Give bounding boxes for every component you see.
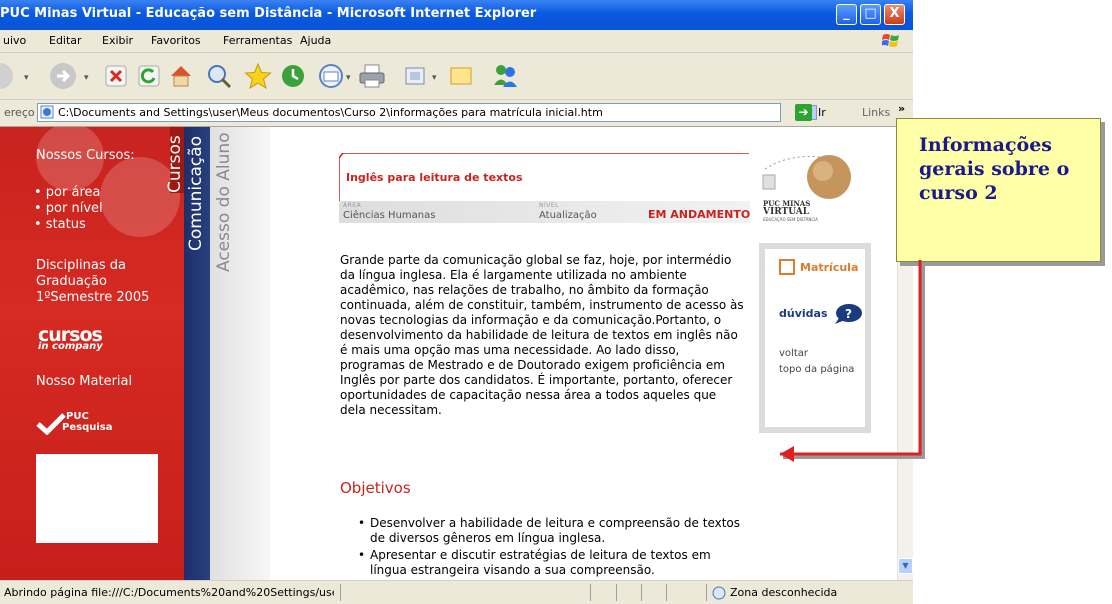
back-dropdown-icon[interactable]: ▾ [24, 73, 29, 83]
messenger-icon[interactable] [490, 61, 520, 91]
mail-icon[interactable] [318, 63, 344, 89]
logo-line3: EDUCAÇÃO SEM DISTÂNCIA [763, 217, 819, 222]
annotation-arrow [780, 260, 925, 462]
home-icon[interactable] [168, 63, 194, 89]
status-bar: Abrindo página file:///C:/Documents%20an… [0, 580, 913, 604]
course-description: Grande parte da comunicação global se fa… [340, 253, 744, 417]
filter-por-area-link[interactable]: • por área [34, 185, 100, 201]
menu-favorites[interactable]: Favoritos [151, 34, 201, 47]
tab-cursos-label[interactable]: Cursos [165, 135, 185, 193]
objetivos-heading: Objetivos [340, 479, 411, 497]
puc-pesquisa-line2[interactable]: Pesquisa [62, 422, 112, 433]
address-bar: ereço C:\Documents and Settings\user\Meu… [0, 100, 913, 127]
address-value: C:\Documents and Settings\user\Meus docu… [58, 106, 603, 119]
filter-status-link[interactable]: • status [34, 217, 86, 233]
tab-comunicacao-label[interactable]: Comunicação [186, 136, 206, 251]
history-icon[interactable] [280, 63, 306, 89]
minimize-button[interactable]: _ [836, 4, 857, 25]
go-arrow-icon[interactable]: ➔ [795, 104, 812, 121]
scroll-down-icon[interactable]: ▼ [898, 558, 913, 574]
disciplinas-link-line3[interactable]: 1ºSemestre 2005 [36, 290, 149, 306]
disciplinas-link-line2[interactable]: Graduação [36, 274, 107, 290]
sidebar: Nossos Cursos: • por área • por nível • … [0, 127, 190, 580]
forward-icon[interactable] [48, 61, 78, 91]
tab-acesso-aluno-label[interactable]: Acesso do Aluno [214, 132, 234, 272]
annotation-text: Informações gerais sobre o curso 2 [919, 134, 1070, 204]
filter-por-nivel-link[interactable]: • por nível [34, 201, 103, 217]
objetivo-text: Apresentar e discutir estratégias de lei… [370, 548, 711, 577]
status-divider [590, 584, 591, 601]
status-badge: EM ANDAMENTO [648, 208, 751, 221]
page-icon [40, 105, 54, 119]
course-title: Inglês para leitura de textos [346, 171, 523, 184]
links-button[interactable]: Links [862, 106, 890, 119]
maximize-button[interactable]: □ [860, 4, 881, 25]
puc-pesquisa-line1[interactable]: PUC [66, 411, 89, 422]
disciplinas-link-line1[interactable]: Disciplinas da [36, 258, 126, 274]
window-title: PUC Minas Virtual - Educação sem Distânc… [0, 6, 537, 21]
list-item: • Apresentar e discutir estratégias de l… [340, 548, 750, 578]
menu-help[interactable]: Ajuda [300, 34, 331, 47]
zone-globe-icon [712, 586, 726, 600]
back-icon[interactable] [0, 61, 16, 91]
search-icon[interactable] [206, 63, 232, 89]
logo-line2: VIRTUAL [763, 207, 810, 217]
bullet-icon: • [358, 516, 366, 530]
status-text: Abrindo página file:///C:/Documents%20an… [4, 586, 334, 599]
nivel-label: NÍVEL [539, 202, 559, 209]
cursos-in-company-sub: in company [38, 341, 103, 352]
status-divider [706, 584, 707, 601]
go-button[interactable]: Ir [818, 106, 826, 119]
area-label: ÁREA [343, 202, 362, 209]
favorites-icon[interactable] [244, 62, 272, 90]
discuss-icon[interactable] [448, 63, 474, 89]
status-divider [616, 584, 617, 601]
nossos-cursos-label: Nossos Cursos: [36, 148, 135, 163]
logo-globe-icon [762, 155, 851, 199]
area-value: Ciências Humanas [343, 210, 436, 221]
edit-dropdown-icon[interactable]: ▾ [432, 73, 437, 83]
menu-file[interactable]: uivo [3, 34, 26, 47]
status-divider [340, 584, 341, 601]
course-meta-strip: ÁREA Ciências Humanas NÍVEL Atualização … [339, 201, 750, 223]
menu-tools[interactable]: Ferramentas [223, 34, 292, 47]
nosso-material-link[interactable]: Nosso Material [36, 374, 132, 390]
close-button[interactable]: X [884, 4, 905, 25]
links-chevron-icon[interactable]: » [898, 102, 905, 115]
address-label: ereço [4, 106, 35, 119]
nivel-value: Atualização [539, 210, 597, 221]
address-input[interactable]: C:\Documents and Settings\user\Meus docu… [37, 103, 817, 122]
title-bar[interactable]: PUC Minas Virtual - Educação sem Distânc… [0, 0, 913, 30]
menu-edit[interactable]: Editar [49, 34, 82, 47]
list-item: • Desenvolver a habilidade de leitura e … [340, 516, 750, 546]
bullet-icon: • [358, 548, 366, 562]
sidebar-blank-box [36, 454, 158, 543]
security-zone-label: Zona desconhecida [730, 586, 838, 599]
puc-minas-virtual-logo: PUC MINAS VIRTUAL EDUCAÇÃO SEM DISTÂNCIA [753, 153, 859, 223]
toolbar: ▾ ▾ ▾ ▾ [0, 53, 913, 100]
edit-icon[interactable] [404, 65, 426, 87]
objetivos-list: • Desenvolver a habilidade de leitura e … [340, 516, 750, 580]
print-icon[interactable] [358, 63, 386, 89]
status-divider [666, 584, 667, 601]
stop-icon[interactable] [105, 65, 127, 87]
mail-dropdown-icon[interactable]: ▾ [346, 73, 351, 83]
status-divider [641, 584, 642, 601]
refresh-icon[interactable] [138, 65, 160, 87]
forward-dropdown-icon[interactable]: ▾ [84, 73, 89, 83]
menu-bar: uivo Editar Exibir Favoritos Ferramentas… [0, 30, 913, 53]
objetivo-text: Desenvolver a habilidade de leitura e co… [370, 516, 741, 545]
menu-view[interactable]: Exibir [102, 34, 133, 47]
windows-logo-icon [882, 34, 899, 47]
